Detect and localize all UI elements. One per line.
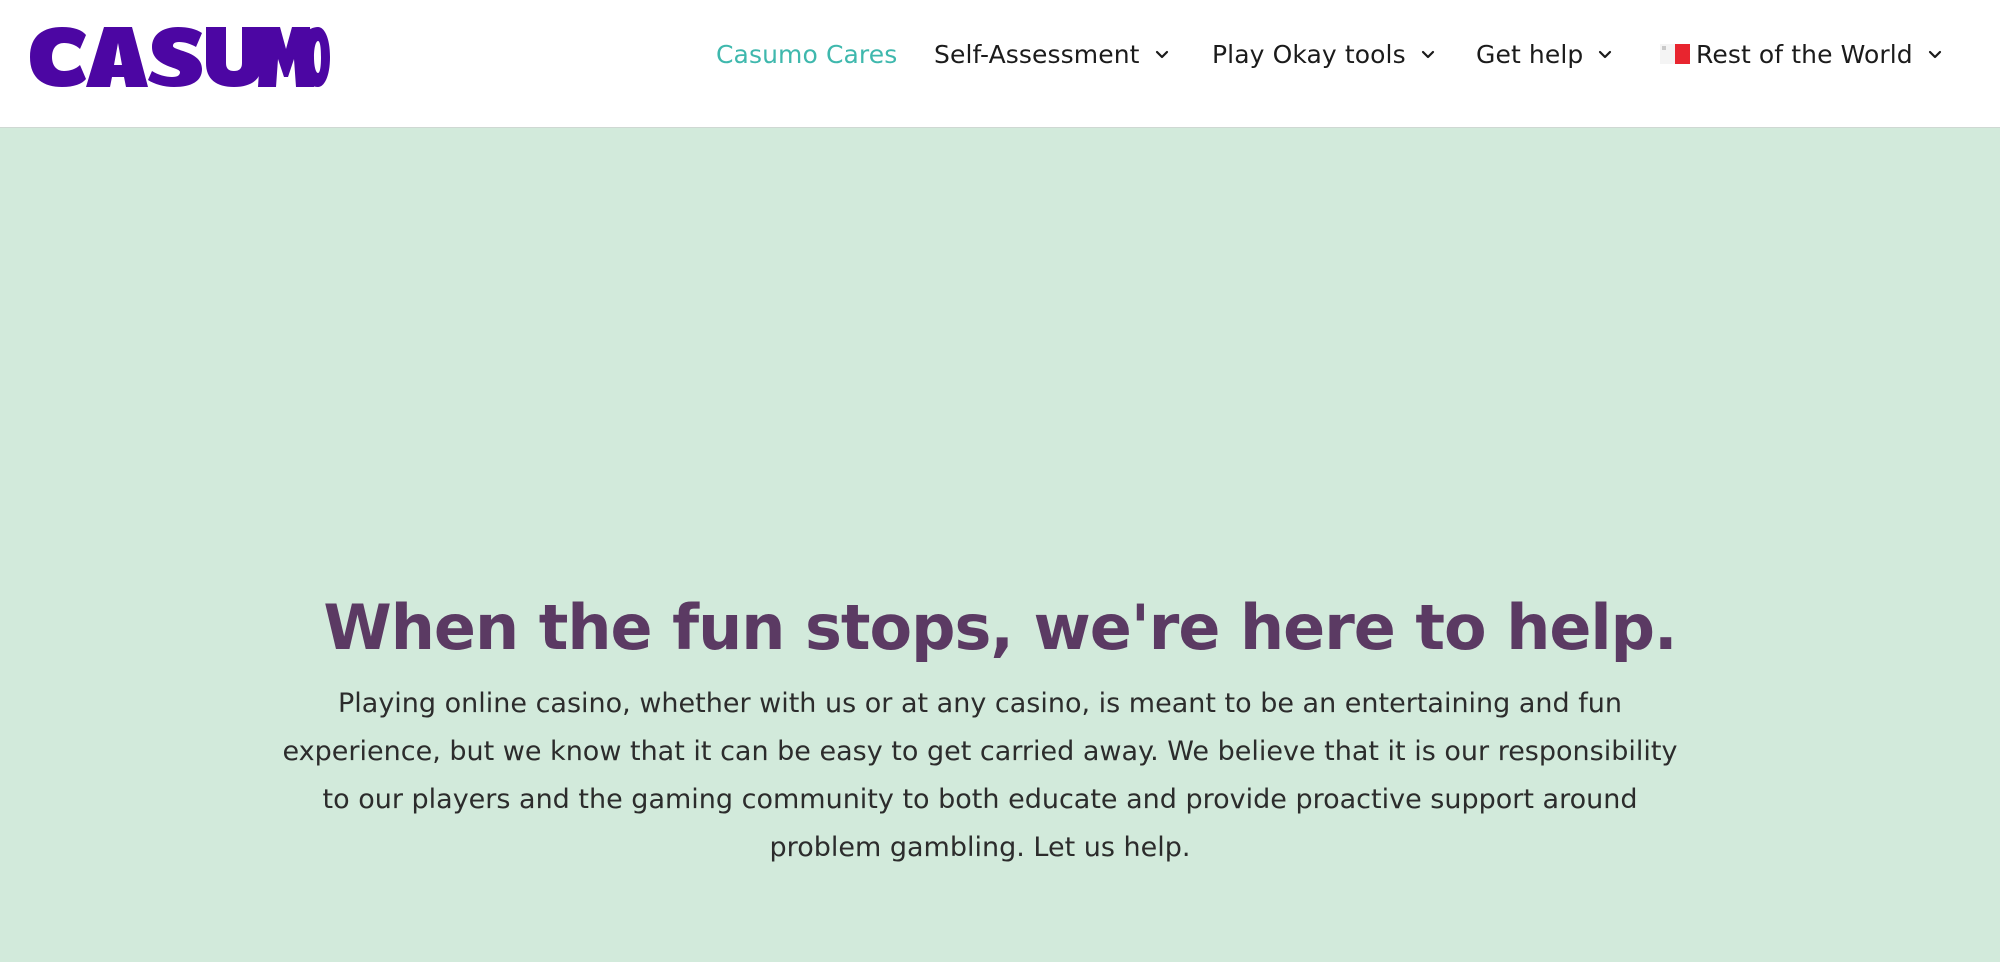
nav-item-label: Self-Assessment <box>934 40 1140 69</box>
nav-item-self-assessment[interactable]: Self-Assessment <box>934 40 1170 69</box>
chevron-down-icon <box>1597 47 1613 63</box>
nav-item-casumo-cares[interactable]: Casumo Cares <box>716 40 897 69</box>
nav-item-label: Play Okay tools <box>1212 40 1406 69</box>
nav-item-label: Casumo Cares <box>716 40 898 69</box>
casumo-logo-icon <box>30 27 330 87</box>
hero-description: Playing online casino, whether with us o… <box>282 688 1678 863</box>
nav-item-label: Get help <box>1476 40 1584 69</box>
nav-item-label: Rest of the World <box>1696 40 1913 69</box>
malta-flag-icon <box>1660 43 1690 64</box>
nav-item-get-help[interactable]: Get help <box>1476 40 1613 69</box>
nav-item-play-okay-tools[interactable]: Play Okay tools <box>1212 40 1436 69</box>
chevron-down-icon <box>1154 47 1170 63</box>
casumo-logo[interactable] <box>28 25 330 89</box>
chevron-down-icon <box>1420 47 1436 63</box>
hero-section: When the fun stops, we're here to help. … <box>0 129 2000 962</box>
hero-title: When the fun stops, we're here to help. <box>323 591 1677 664</box>
nav-item-region-selector[interactable]: Rest of the World <box>1660 40 1943 69</box>
site-header: Casumo Cares Self-Assessment Play Okay t… <box>0 0 2000 128</box>
chevron-down-icon <box>1927 47 1943 63</box>
